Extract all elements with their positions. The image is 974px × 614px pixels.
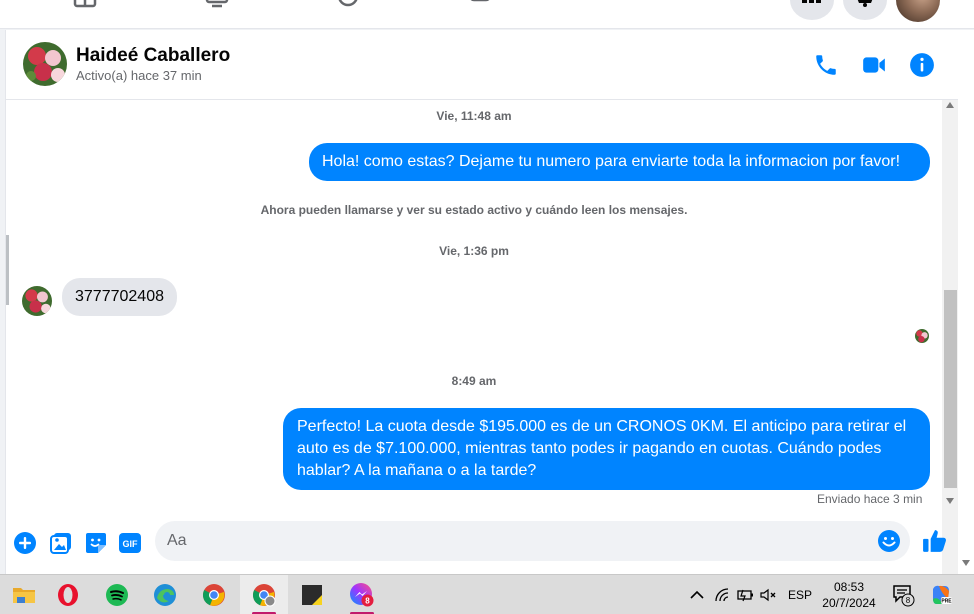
- voice-call-button[interactable]: [813, 52, 839, 78]
- gif-icon: GIF: [119, 533, 141, 553]
- sticky-notes-app[interactable]: [288, 575, 336, 614]
- timestamp-separator: Vie, 11:48 am: [436, 109, 512, 123]
- plus-circle-icon: [14, 532, 36, 554]
- video-call-button[interactable]: [861, 52, 887, 78]
- opera-icon: [58, 584, 78, 606]
- clock-date: 20/7/2024: [822, 596, 876, 610]
- svg-text:PRE: PRE: [941, 599, 952, 605]
- timestamp-separator: 8:49 am: [451, 374, 497, 388]
- sticker-button[interactable]: [84, 531, 108, 555]
- messenger-app[interactable]: 8: [338, 575, 386, 614]
- battery-icon[interactable]: [736, 575, 754, 614]
- contact-avatar[interactable]: [23, 42, 67, 86]
- chrome-profile-app[interactable]: [240, 575, 288, 614]
- chrome-app[interactable]: [190, 575, 238, 614]
- folder-icon: [13, 588, 35, 603]
- grid-icon: [802, 0, 821, 3]
- sticky-note-icon: [302, 585, 322, 605]
- clock-time: 08:53: [833, 580, 865, 594]
- emoji-button[interactable]: [877, 529, 901, 553]
- notification-badge: 8: [906, 596, 911, 605]
- language-indicator[interactable]: ESP: [788, 575, 812, 614]
- message-composer: GIF: [6, 514, 959, 574]
- outgoing-message[interactable]: Hola! como estas? Dejame tu numero para …: [309, 143, 930, 181]
- taskbar-clock[interactable]: 08:53 20/7/2024: [812, 579, 886, 611]
- scroll-up-arrow-icon[interactable]: [946, 102, 954, 108]
- file-explorer-app[interactable]: [0, 575, 48, 614]
- gaming-icon[interactable]: [467, 0, 493, 8]
- marketplace-icon[interactable]: [72, 0, 98, 8]
- system-notice: Ahora pueden llamarse y ver su estado ac…: [260, 203, 688, 217]
- gif-button[interactable]: GIF: [118, 531, 142, 555]
- edge-app[interactable]: [141, 575, 189, 614]
- bell-icon: [857, 0, 873, 7]
- scroll-down-arrow-icon[interactable]: [946, 498, 954, 504]
- like-button[interactable]: [922, 528, 948, 554]
- thumbs-up-icon: [923, 530, 946, 552]
- more-actions-button[interactable]: [13, 531, 37, 555]
- messenger-icon: 8: [350, 583, 374, 607]
- photo-gallery-icon: [50, 533, 71, 554]
- top-nav: [0, 0, 974, 29]
- attach-photo-button[interactable]: [49, 531, 73, 555]
- message-input-wrapper: [155, 521, 910, 561]
- copilot-icon: PRE: [933, 585, 952, 605]
- chat-header: Haideé Caballero Activo(a) hace 37 min: [6, 30, 959, 100]
- outgoing-message[interactable]: Perfecto! La cuota desde $195.000 es de …: [283, 408, 930, 490]
- smiley-icon: [878, 530, 900, 552]
- sticker-icon: [86, 533, 106, 553]
- contact-status: Activo(a) hace 37 min: [76, 68, 202, 83]
- notification-center-button[interactable]: 8: [892, 575, 916, 614]
- scrollbar-thumb[interactable]: [944, 290, 957, 488]
- messenger-badge: 8: [365, 597, 370, 606]
- message-list[interactable]: Vie, 11:48 am Hola! como estas? Dejame t…: [6, 100, 942, 514]
- contact-name[interactable]: Haideé Caballero: [76, 45, 230, 67]
- phone-icon: [816, 55, 836, 75]
- incoming-message[interactable]: 3777702408: [62, 278, 177, 316]
- menu-button[interactable]: [790, 0, 834, 20]
- timestamp-separator: Vie, 1:36 pm: [439, 244, 509, 258]
- window-edge: [958, 30, 974, 574]
- groups-icon[interactable]: [335, 0, 361, 8]
- conversation-info-button[interactable]: [909, 52, 935, 78]
- windows-taskbar: 8 ESP 08:53 20/7/2024 8 PRE: [0, 574, 974, 614]
- message-scrollbar[interactable]: [942, 100, 959, 574]
- video-camera-icon: [863, 57, 885, 73]
- gif-label: GIF: [123, 539, 139, 549]
- notifications-button[interactable]: [843, 0, 887, 20]
- contact-message-avatar[interactable]: [22, 286, 52, 316]
- opera-app[interactable]: [44, 575, 92, 614]
- network-icon[interactable]: [715, 575, 731, 614]
- info-icon: [910, 53, 934, 77]
- profile-avatar[interactable]: [896, 0, 940, 22]
- chevron-up-icon: [690, 590, 704, 599]
- spotify-icon: [106, 584, 128, 606]
- spotify-app[interactable]: [93, 575, 141, 614]
- watch-icon[interactable]: [204, 0, 230, 8]
- show-hidden-icons-button[interactable]: [690, 575, 704, 614]
- edge-icon: [154, 584, 176, 606]
- sent-status: Enviado hace 3 min: [817, 492, 923, 506]
- seen-indicator-avatar: [915, 329, 929, 343]
- volume-muted-icon[interactable]: [760, 575, 778, 614]
- message-input[interactable]: [167, 521, 867, 561]
- chrome-icon: [202, 584, 225, 606]
- chat-bubble-icon: 8: [893, 585, 915, 607]
- copilot-button[interactable]: PRE: [929, 575, 953, 614]
- page-scroll-down-icon[interactable]: [962, 560, 970, 566]
- chat-window: Haideé Caballero Activo(a) hace 37 min V…: [5, 30, 959, 574]
- chrome-profile-icon: [252, 584, 276, 607]
